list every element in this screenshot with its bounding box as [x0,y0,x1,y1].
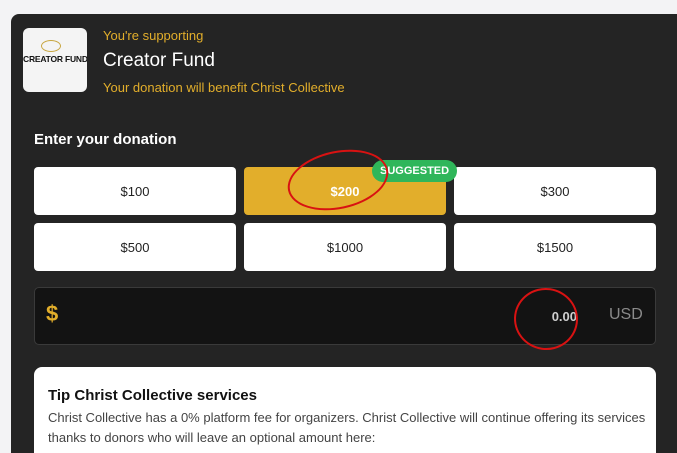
custom-amount-field[interactable]: $ USD [34,287,656,345]
tip-description: Christ Collective has a 0% platform fee … [48,410,646,445]
tip-card: Tip Christ Collective services Christ Co… [34,367,656,453]
fund-title: Creator Fund [103,50,215,71]
amount-input[interactable] [85,298,577,334]
fund-logo: CREATOR FUND [23,28,87,92]
tip-title: Tip Christ Collective services [48,387,257,404]
logo-emblem-icon [41,40,61,52]
dollar-sign: $ [46,301,59,326]
currency-label: USD [609,306,643,323]
suggested-badge: SUGGESTED [372,160,458,182]
amount-option-500[interactable]: $500 [34,223,236,271]
donation-label: Enter your donation [34,131,177,148]
amount-option-100[interactable]: $100 [34,167,236,215]
benefit-text: Your donation will benefit Christ Collec… [103,80,345,95]
supporting-label: You're supporting [103,28,204,43]
amount-option-1000[interactable]: $1000 [244,223,446,271]
logo-text: CREATOR FUND [23,54,87,64]
amount-option-1500[interactable]: $1500 [454,223,656,271]
amount-option-300[interactable]: $300 [454,167,656,215]
